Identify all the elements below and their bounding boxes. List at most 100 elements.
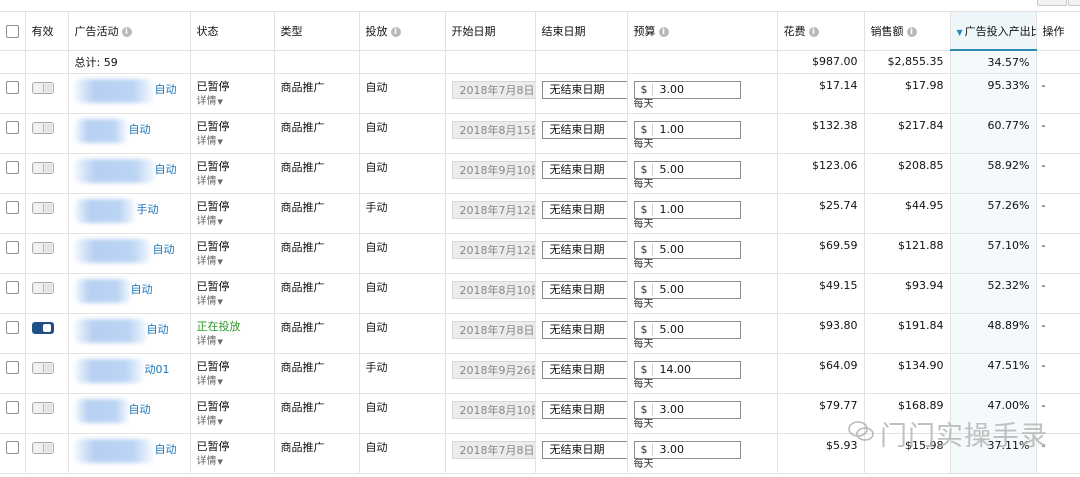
row-spend-cell: $132.38 — [777, 113, 865, 154]
campaign-name-link[interactable]: 自动 — [155, 81, 177, 97]
type-text: 商品推广 — [280, 161, 325, 174]
row-checkbox[interactable] — [6, 201, 19, 214]
active-toggle[interactable] — [31, 442, 54, 454]
action-value[interactable]: - — [1042, 199, 1046, 212]
col-end-date[interactable]: 结束日期 — [535, 11, 628, 51]
row-checkbox[interactable] — [6, 441, 19, 454]
end-date-field[interactable]: 无结束日期 — [541, 241, 626, 259]
info-icon[interactable]: i — [390, 26, 401, 37]
budget-input[interactable]: $ 5.00 — [633, 161, 741, 179]
col-targeting[interactable]: 投放 i — [359, 11, 446, 51]
col-start-date[interactable]: 开始日期 — [445, 11, 536, 51]
end-date-field[interactable]: 无结束日期 — [541, 361, 626, 379]
col-campaign[interactable]: 广告活动 i — [68, 11, 191, 51]
col-sales[interactable]: 销售额 i — [864, 11, 951, 51]
detail-dropdown[interactable]: 详情▼ — [197, 334, 268, 350]
active-toggle[interactable] — [31, 82, 54, 94]
targeting-text: 自动 — [365, 321, 388, 334]
select-all-checkbox[interactable] — [6, 24, 19, 38]
budget-input[interactable]: $ 3.00 — [633, 401, 741, 419]
col-spend[interactable]: 花费 i — [777, 11, 865, 51]
campaign-name-link[interactable]: 自动 — [129, 121, 151, 137]
col-acos[interactable]: ▼ 广告投入产出比 — [950, 11, 1037, 51]
row-type-cell: 商品推广 — [274, 233, 360, 274]
row-checkbox[interactable] — [6, 281, 19, 294]
campaign-name-link[interactable]: 自动 — [147, 321, 169, 337]
row-checkbox[interactable] — [6, 361, 19, 374]
currency-symbol: $ — [640, 323, 648, 336]
active-toggle[interactable] — [31, 202, 54, 214]
row-checkbox[interactable] — [6, 241, 19, 254]
detail-dropdown[interactable]: 详情▼ — [197, 454, 268, 470]
campaign-name-link[interactable]: 自动 — [153, 241, 175, 257]
active-toggle[interactable] — [31, 322, 54, 334]
end-date-field[interactable]: 无结束日期 — [541, 81, 626, 99]
col-budget-label: 预算 — [633, 24, 656, 38]
action-value[interactable]: - — [1042, 359, 1046, 372]
detail-dropdown[interactable]: 详情▼ — [197, 214, 268, 230]
end-date-field[interactable]: 无结束日期 — [541, 121, 626, 139]
active-toggle[interactable] — [31, 162, 54, 174]
detail-dropdown[interactable]: 详情▼ — [197, 174, 268, 190]
detail-dropdown[interactable]: 详情▼ — [197, 134, 268, 150]
end-date-field[interactable]: 无结束日期 — [541, 281, 626, 299]
col-status[interactable]: 状态 — [190, 11, 275, 51]
campaign-name-link[interactable]: 动01 — [145, 361, 170, 377]
budget-input[interactable]: $ 5.00 — [633, 321, 741, 339]
budget-input[interactable]: $ 5.00 — [633, 241, 741, 259]
end-date-field[interactable]: 无结束日期 — [541, 321, 626, 339]
start-date-field: 2018年9月10日 — [451, 161, 534, 179]
detail-dropdown[interactable]: 详情▼ — [197, 374, 268, 390]
active-toggle[interactable] — [31, 402, 54, 414]
budget-input[interactable]: $ 1.00 — [633, 201, 741, 219]
col-budget[interactable]: 预算 i — [627, 11, 778, 51]
info-icon[interactable]: i — [808, 26, 819, 37]
row-checkbox[interactable] — [6, 401, 19, 414]
detail-dropdown[interactable]: 详情▼ — [197, 94, 268, 110]
info-icon[interactable]: i — [658, 26, 669, 37]
row-end-cell: 无结束日期 — [535, 313, 628, 354]
budget-divider — [651, 284, 653, 296]
budget-input[interactable]: $ 3.00 — [633, 441, 741, 459]
redacted-name-blur — [74, 79, 153, 103]
row-checkbox[interactable] — [6, 121, 19, 134]
end-date-field[interactable]: 无结束日期 — [541, 161, 626, 179]
row-checkbox[interactable] — [6, 81, 19, 94]
col-type[interactable]: 类型 — [274, 11, 360, 51]
action-value[interactable]: - — [1042, 399, 1046, 412]
action-value[interactable]: - — [1042, 119, 1046, 132]
campaign-name-link[interactable]: 自动 — [129, 401, 151, 417]
top-button-1[interactable] — [1037, 0, 1067, 6]
active-toggle[interactable] — [31, 282, 54, 294]
action-value[interactable]: - — [1042, 279, 1046, 292]
budget-input[interactable]: $ 3.00 — [633, 81, 741, 99]
col-active[interactable]: 有效 — [25, 11, 69, 51]
end-date-field[interactable]: 无结束日期 — [541, 441, 626, 459]
campaign-name-link[interactable]: 自动 — [155, 161, 177, 177]
action-value[interactable]: - — [1042, 159, 1046, 172]
top-button-2[interactable] — [1068, 0, 1080, 6]
detail-dropdown[interactable]: 详情▼ — [197, 294, 268, 310]
active-toggle[interactable] — [31, 122, 54, 134]
budget-input[interactable]: $ 1.00 — [633, 121, 741, 139]
detail-dropdown[interactable]: 详情▼ — [197, 414, 268, 430]
active-toggle[interactable] — [31, 362, 54, 374]
active-toggle[interactable] — [31, 242, 54, 254]
budget-input[interactable]: $ 14.00 — [633, 361, 741, 379]
row-active-cell — [25, 313, 69, 354]
action-value[interactable]: - — [1042, 79, 1046, 92]
end-date-field[interactable]: 无结束日期 — [541, 201, 626, 219]
campaign-name-link[interactable]: 自动 — [131, 281, 153, 297]
action-value[interactable]: - — [1042, 239, 1046, 252]
end-date-field[interactable]: 无结束日期 — [541, 401, 626, 419]
row-checkbox[interactable] — [6, 161, 19, 174]
info-icon[interactable]: i — [906, 26, 917, 37]
row-checkbox[interactable] — [6, 321, 19, 334]
budget-input[interactable]: $ 5.00 — [633, 281, 741, 299]
action-value[interactable]: - — [1042, 319, 1046, 332]
campaign-name-link[interactable]: 自动 — [155, 441, 177, 457]
campaign-name-link[interactable]: 手动 — [137, 201, 159, 217]
info-icon[interactable]: i — [121, 26, 132, 37]
wechat-icon — [848, 421, 874, 441]
detail-dropdown[interactable]: 详情▼ — [197, 254, 268, 270]
